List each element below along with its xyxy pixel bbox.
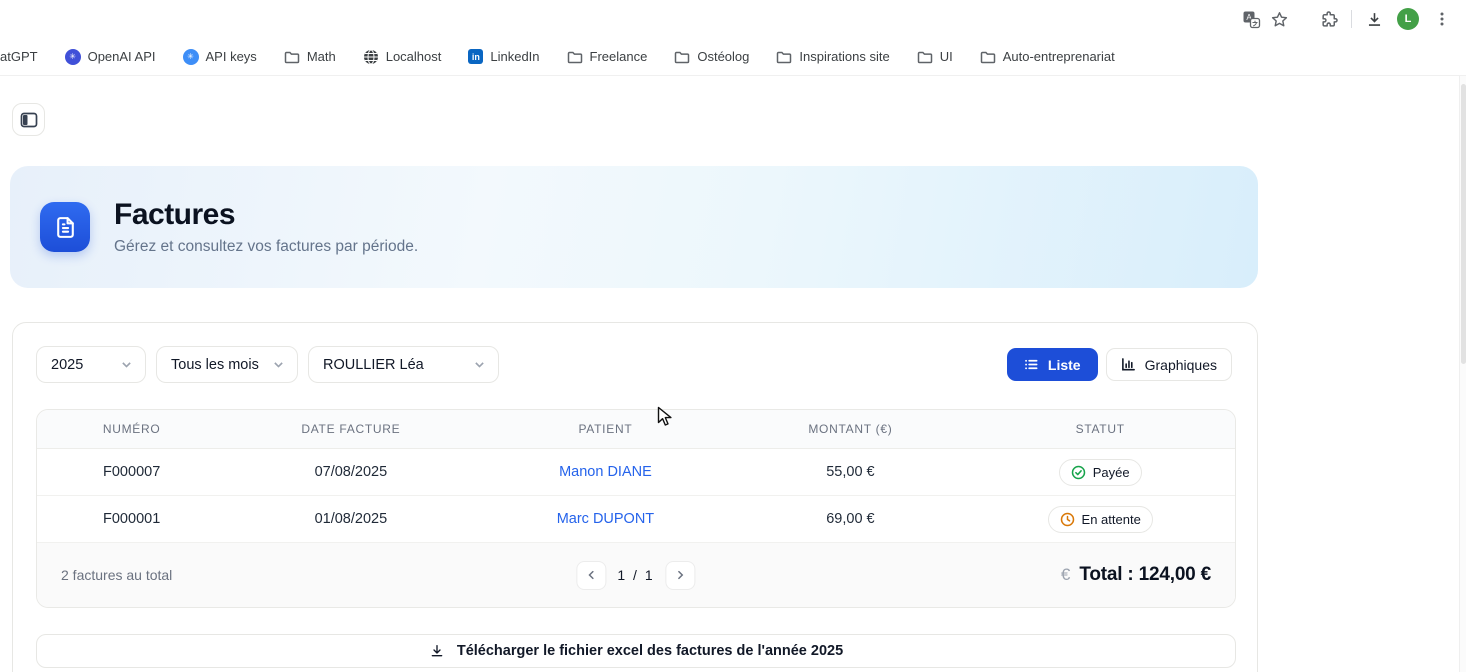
sidebar-toggle-button[interactable]: [12, 103, 45, 136]
browser-menu-icon[interactable]: [1428, 5, 1456, 33]
invoice-number: F000007: [37, 464, 226, 480]
invoice-date: 01/08/2025: [226, 511, 475, 527]
page-header-banner: Factures Gérez et consultez vos factures…: [10, 166, 1258, 288]
next-page-button[interactable]: [666, 561, 696, 590]
folder-icon: [674, 49, 690, 65]
total-amount: € Total : 124,00 €: [1061, 564, 1211, 586]
previous-page-button[interactable]: [576, 561, 606, 590]
folder-icon: [776, 49, 792, 65]
invoice-count: 2 factures au total: [61, 567, 172, 583]
bookmark-folder-osteolog[interactable]: Ostéolog: [674, 49, 749, 65]
month-select[interactable]: Tous les mois: [156, 346, 298, 383]
check-circle-icon: [1071, 465, 1086, 480]
bookmark-star-icon[interactable]: [1265, 5, 1293, 33]
translate-icon[interactable]: A: [1237, 5, 1265, 33]
browser-window: A L atGPT ✳ OpenAI API: [0, 0, 1466, 672]
browser-toolbar: A L: [0, 0, 1466, 38]
practitioner-select[interactable]: ROULLIER Léa: [308, 346, 499, 383]
total-label: Total : 124,00 €: [1079, 564, 1211, 586]
table-row: F000001 01/08/2025 Marc DUPONT 69,00 € E…: [37, 496, 1235, 543]
bookmark-folder-auto-entreprenariat[interactable]: Auto-entreprenariat: [980, 49, 1115, 65]
folder-icon: [980, 49, 996, 65]
downloads-icon[interactable]: [1360, 5, 1388, 33]
bookmark-folder-math[interactable]: Math: [284, 49, 336, 65]
bookmark-api-keys[interactable]: ✳ API keys: [183, 49, 257, 65]
avatar: L: [1397, 8, 1419, 30]
extensions-icon[interactable]: [1315, 5, 1343, 33]
openai-icon: ✳: [183, 49, 199, 65]
scrollbar-thumb[interactable]: [1461, 84, 1466, 364]
bookmark-linkedin[interactable]: in LinkedIn: [468, 49, 539, 64]
invoice-amount: 55,00 €: [735, 464, 965, 480]
charts-view-button[interactable]: Graphiques: [1106, 348, 1232, 381]
page-subtitle: Gérez et consultez vos factures par péri…: [114, 238, 418, 256]
app-page: Factures Gérez et consultez vos factures…: [0, 76, 1466, 672]
download-excel-button[interactable]: Télécharger le fichier excel des facture…: [36, 634, 1236, 668]
patient-link[interactable]: Marc DUPONT: [557, 511, 654, 527]
invoices-table: NUMÉRO DATE FACTURE PATIENT MONTANT (€) …: [36, 409, 1236, 608]
toolbar-divider: [1351, 10, 1352, 28]
download-icon: [429, 643, 445, 659]
invoice-amount: 69,00 €: [735, 511, 965, 527]
table-row: F000007 07/08/2025 Manon DIANE 55,00 € P…: [37, 449, 1235, 496]
folder-icon: [284, 49, 300, 65]
bookmark-folder-inspirations[interactable]: Inspirations site: [776, 49, 889, 65]
chevron-right-icon: [675, 569, 687, 581]
pagination: 1 / 1: [576, 561, 695, 590]
list-view-button[interactable]: Liste: [1007, 348, 1098, 381]
view-toggle: Liste Graphiques: [1007, 348, 1232, 381]
column-header-patient: PATIENT: [475, 422, 735, 436]
chevron-down-icon: [473, 358, 486, 371]
page-title: Factures: [114, 198, 418, 232]
status-badge-pending: En attente: [1048, 506, 1153, 533]
table-header-row: NUMÉRO DATE FACTURE PATIENT MONTANT (€) …: [37, 410, 1235, 449]
bookmark-folder-freelance[interactable]: Freelance: [567, 49, 648, 65]
profile-avatar[interactable]: L: [1394, 5, 1422, 33]
patient-link[interactable]: Manon DIANE: [559, 464, 652, 480]
column-header-numero: NUMÉRO: [37, 422, 226, 436]
column-header-statut: STATUT: [965, 422, 1235, 436]
invoice-document-icon: [40, 202, 90, 252]
chevron-down-icon: [272, 358, 285, 371]
invoices-card: 2025 Tous les mois ROULLIER Léa Liste: [12, 322, 1258, 672]
euro-icon: €: [1061, 565, 1070, 585]
linkedin-icon: in: [468, 49, 483, 64]
panel-left-icon: [20, 111, 38, 129]
page-indicator: 1 / 1: [617, 567, 654, 583]
bookmark-chatgpt[interactable]: atGPT: [0, 49, 38, 64]
column-header-montant: MONTANT (€): [735, 422, 965, 436]
globe-icon: [363, 49, 379, 65]
folder-icon: [567, 49, 583, 65]
folder-icon: [917, 49, 933, 65]
openai-icon: ✳: [65, 49, 81, 65]
clock-icon: [1060, 512, 1075, 527]
chevron-left-icon: [585, 569, 597, 581]
bookmarks-bar: atGPT ✳ OpenAI API ✳ API keys Math Local…: [0, 38, 1466, 76]
year-select[interactable]: 2025: [36, 346, 146, 383]
chevron-down-icon: [120, 358, 133, 371]
list-icon: [1024, 357, 1039, 372]
invoice-date: 07/08/2025: [226, 464, 475, 480]
bookmark-folder-ui[interactable]: UI: [917, 49, 953, 65]
bookmark-openai-api[interactable]: ✳ OpenAI API: [65, 49, 156, 65]
filters-row: 2025 Tous les mois ROULLIER Léa Liste: [36, 346, 1232, 383]
table-footer: 2 factures au total 1 / 1 € Total : 124,…: [37, 543, 1235, 607]
invoice-number: F000001: [37, 511, 226, 527]
status-badge-paid: Payée: [1059, 459, 1142, 486]
bar-chart-icon: [1121, 357, 1136, 372]
bookmark-localhost[interactable]: Localhost: [363, 49, 442, 65]
page-scrollbar[interactable]: [1459, 76, 1466, 672]
column-header-date: DATE FACTURE: [226, 422, 475, 436]
